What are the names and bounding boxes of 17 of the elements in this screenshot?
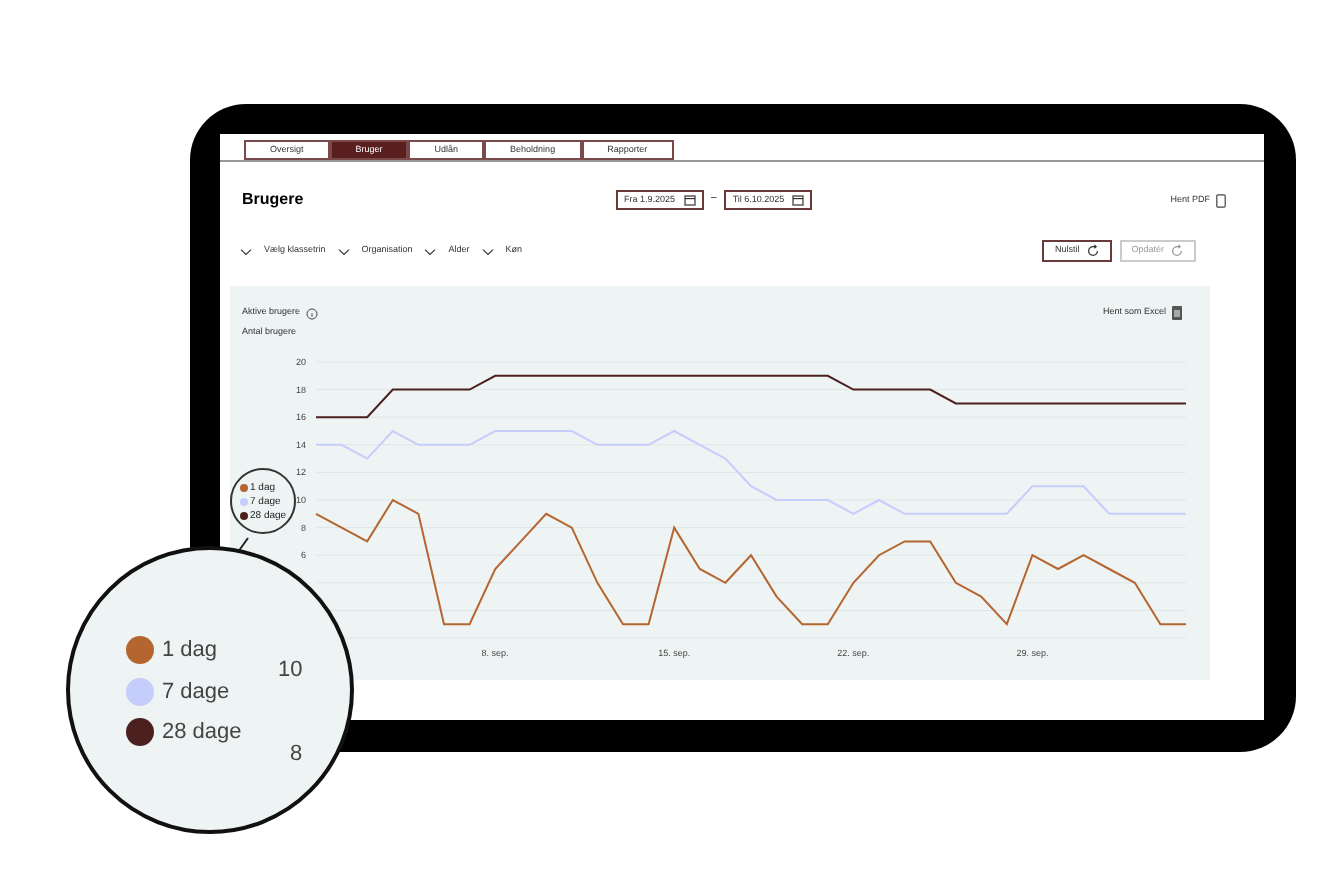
chevron-down-icon [481, 247, 494, 255]
calendar-icon [792, 194, 805, 206]
spreadsheet-icon [1172, 306, 1182, 320]
legend-label: 28 dage [162, 718, 242, 748]
legend-label: 7 dage [162, 677, 230, 707]
chevron-down-icon [240, 247, 252, 255]
legend-label: 1 dag [162, 636, 218, 666]
chevron-down-icon [337, 247, 350, 255]
document-icon [1216, 193, 1226, 207]
y-tick-label: 8 [290, 740, 303, 770]
chevron-down-icon [424, 247, 437, 255]
info-icon [306, 307, 319, 319]
page-title: Brugere [242, 188, 306, 212]
refresh-icon [1085, 244, 1100, 258]
y-tick-label: 10 [278, 656, 303, 686]
calendar-icon [683, 194, 696, 206]
refresh-icon [1170, 244, 1184, 258]
